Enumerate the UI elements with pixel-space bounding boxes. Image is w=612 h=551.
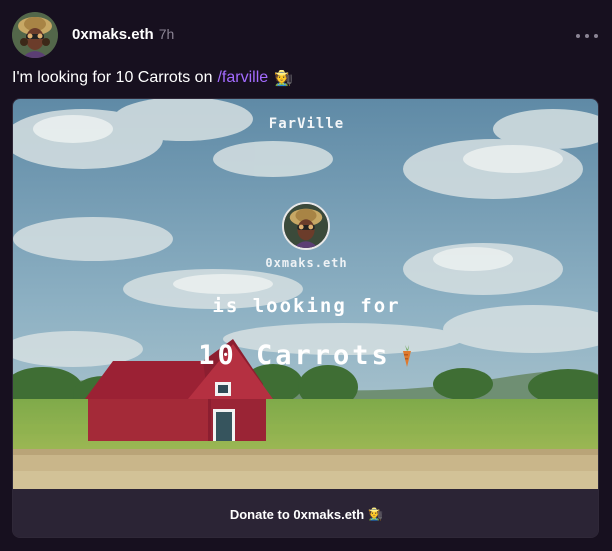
cast-post: 0xmaks.eth 7h I'm looking for 10 Carrots… — [0, 0, 612, 551]
frame-avatar — [282, 202, 330, 250]
donate-button[interactable]: Donate to 0xmaks.eth 🧑‍🌾 — [13, 489, 598, 537]
channel-link[interactable]: /farville — [217, 69, 268, 87]
frame-title: FarVille — [268, 116, 345, 132]
carrot-icon — [402, 344, 411, 367]
donate-button-label: Donate to 0xmaks.eth — [229, 506, 365, 522]
frame-item-text: 10 Carrots — [198, 340, 391, 371]
author-username[interactable]: 0xmaks.eth — [72, 26, 154, 43]
frame-looking-text: is looking for — [212, 295, 401, 317]
avatar-portrait-icon — [284, 204, 328, 248]
post-text-main: I'm looking for 10 Carrots on — [12, 69, 213, 86]
frame-item-line: 10 Carrots — [13, 340, 598, 371]
farm-scene-illustration — [13, 99, 598, 489]
frame-image[interactable]: FarVille 0xmaks.eth is looking for 10 Ca… — [13, 99, 598, 489]
post-timestamp[interactable]: 7h — [159, 26, 175, 42]
more-options-button[interactable] — [576, 30, 598, 42]
ellipsis-dot — [576, 34, 580, 38]
post-text: I'm looking for 10 Carrots on /farville … — [12, 69, 293, 87]
post-header: 0xmaks.eth 7h — [12, 12, 174, 58]
frame-embed: FarVille 0xmaks.eth is looking for 10 Ca… — [12, 98, 599, 538]
avatar-portrait-icon — [12, 12, 58, 58]
farmer-emoji-icon: 🧑‍🌾 — [274, 70, 293, 87]
author-avatar[interactable] — [12, 12, 58, 58]
frame-username: 0xmaks.eth — [265, 256, 348, 270]
author-meta: 0xmaks.eth 7h — [72, 26, 174, 43]
ellipsis-dot — [594, 34, 598, 38]
farmer-emoji-icon: 🧑‍🌾 — [368, 507, 384, 521]
ellipsis-dot — [585, 34, 589, 38]
